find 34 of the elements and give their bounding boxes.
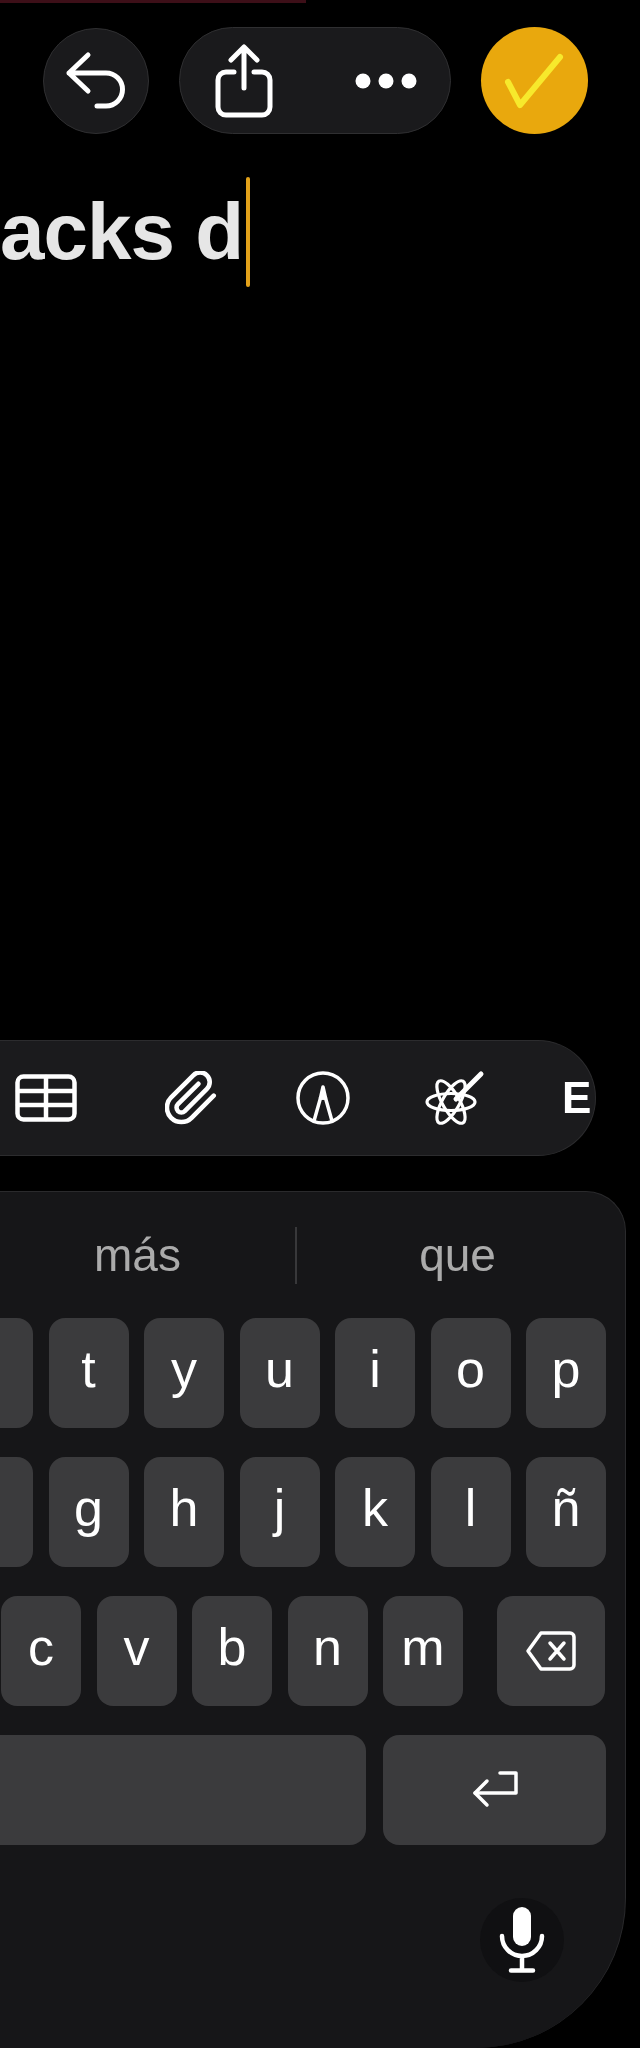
keyboard-key[interactable]: b xyxy=(192,1596,272,1706)
keyboard-key[interactable]: l xyxy=(430,1457,511,1567)
keyboard-key[interactable]: p xyxy=(526,1318,606,1428)
clipped-key[interactable] xyxy=(0,1318,33,1428)
microphone-icon xyxy=(498,1905,546,1975)
share-icon xyxy=(215,43,273,118)
keyboard-key[interactable]: n xyxy=(287,1596,368,1706)
keyboard-key[interactable]: c xyxy=(1,1596,81,1706)
suggestion[interactable]: más xyxy=(94,1229,181,1281)
keyboard-key[interactable]: h xyxy=(144,1457,224,1567)
keyboard-key[interactable]: m xyxy=(383,1596,463,1706)
undo-icon xyxy=(65,50,127,111)
keyboard-key[interactable]: g xyxy=(48,1457,129,1567)
suggestion[interactable]: que xyxy=(419,1229,496,1281)
paperclip-icon xyxy=(165,1071,217,1125)
keyboard-key[interactable]: ñ xyxy=(526,1457,606,1567)
keyboard-key[interactable]: j xyxy=(239,1457,320,1567)
keyboard-key[interactable]: u xyxy=(239,1318,320,1428)
checkmark-icon xyxy=(503,52,564,109)
table-icon xyxy=(15,1074,77,1122)
keyboard-key[interactable]: t xyxy=(48,1318,129,1428)
keyboard-key[interactable]: v xyxy=(96,1596,177,1706)
backspace-icon xyxy=(525,1630,577,1672)
clipped-key[interactable] xyxy=(0,1457,33,1567)
backspace-key[interactable] xyxy=(497,1596,605,1706)
keyboard-key[interactable]: o xyxy=(430,1318,511,1428)
more-icon xyxy=(355,72,417,89)
pen-nib-circle-icon xyxy=(296,1071,350,1125)
keyboard-key[interactable]: i xyxy=(335,1318,415,1428)
keyboard-key[interactable]: k xyxy=(335,1457,415,1567)
note-text: acks d xyxy=(0,192,244,272)
orbit-pencil-icon xyxy=(424,1068,486,1128)
keyboard-key[interactable]: y xyxy=(144,1318,224,1428)
toolbar-label[interactable]: E xyxy=(562,1076,592,1120)
